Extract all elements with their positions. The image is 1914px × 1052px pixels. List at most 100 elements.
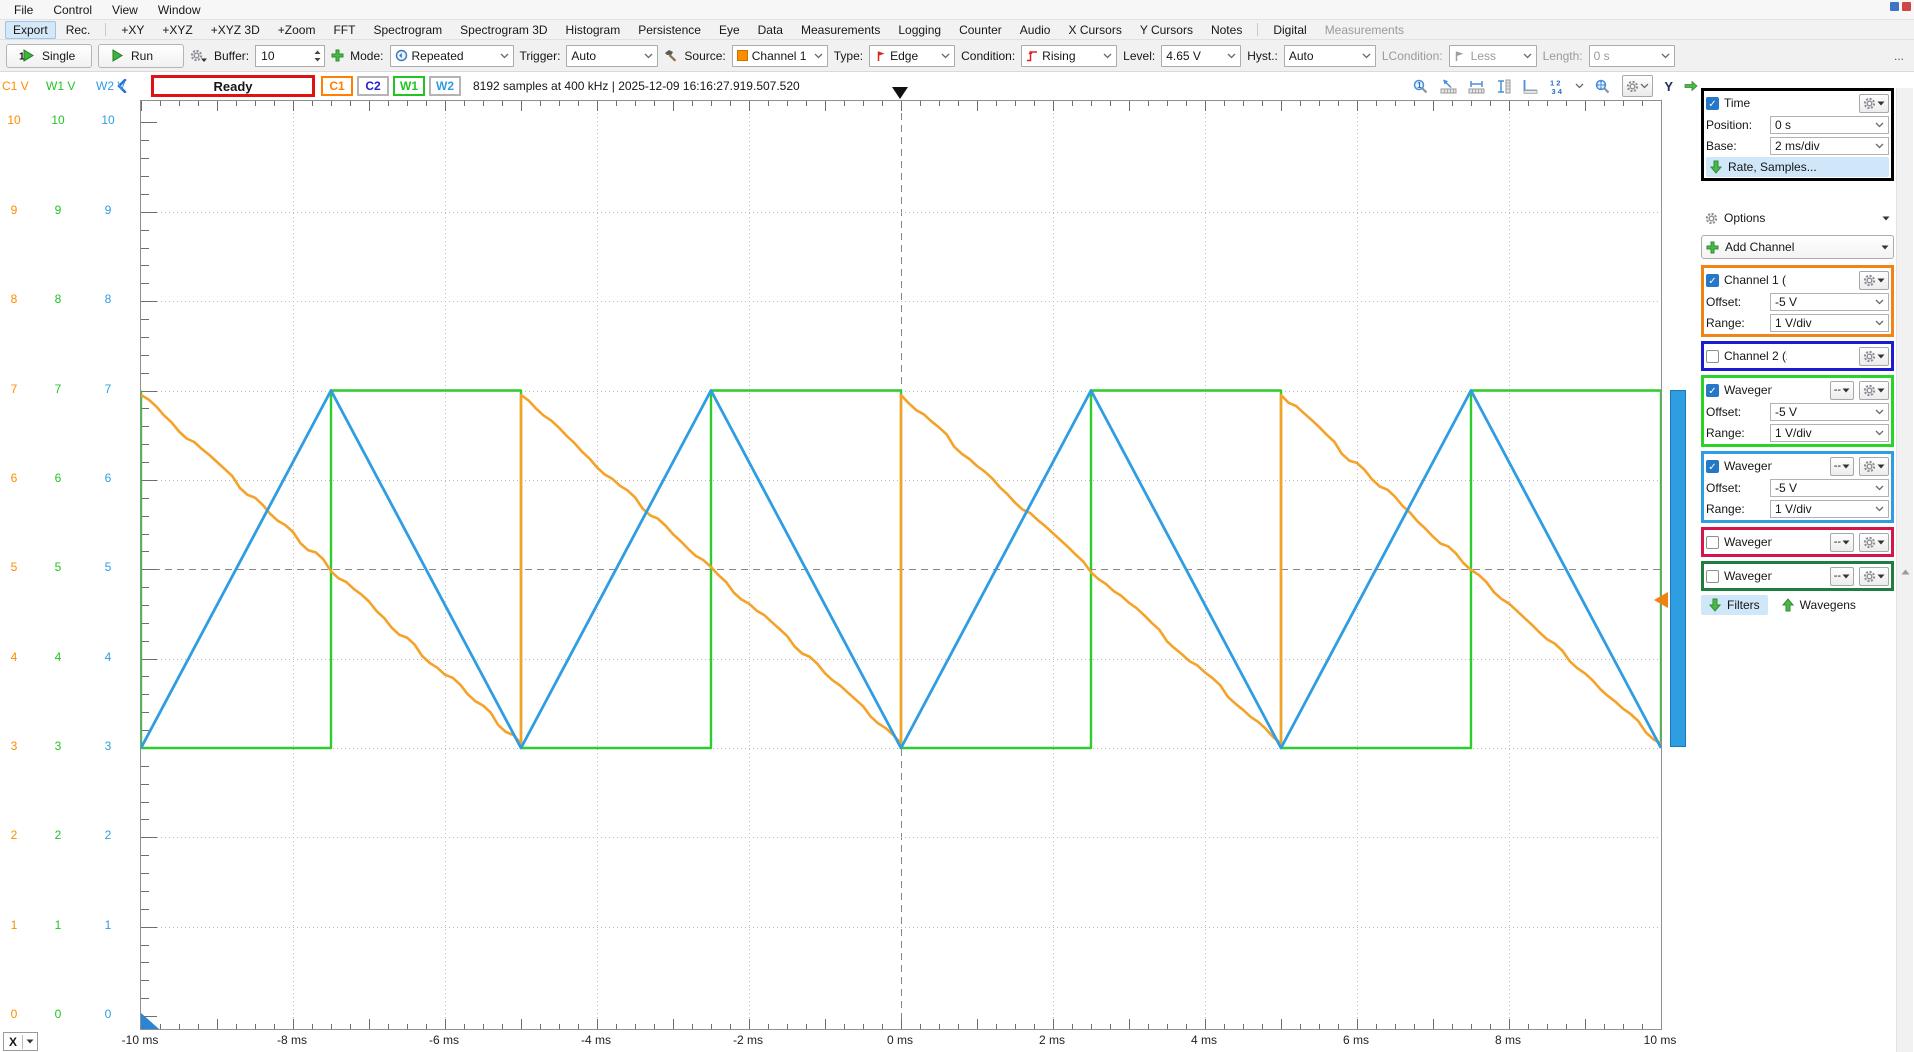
tab-x-cursors[interactable]: X Cursors bbox=[1060, 21, 1129, 39]
wavegen-1-checkbox[interactable]: ✓ bbox=[1706, 384, 1719, 397]
chevron-down-icon[interactable] bbox=[1575, 83, 1584, 89]
tab-histogram[interactable]: Histogram bbox=[558, 21, 629, 39]
tab--zoom[interactable]: +Zoom bbox=[270, 21, 324, 39]
wavegen-1-gear-button[interactable] bbox=[1859, 381, 1889, 400]
menu-control[interactable]: Control bbox=[43, 1, 102, 19]
quad-view-icon[interactable]: 1 23 4 bbox=[1549, 78, 1564, 95]
add-channel-button[interactable]: Add Channel bbox=[1701, 235, 1894, 259]
wavegen-4-gear-button[interactable] bbox=[1859, 567, 1889, 586]
time-base-dropdown[interactable]: 2 ms/div bbox=[1770, 137, 1889, 155]
single-button[interactable]: 1 Single bbox=[6, 44, 92, 68]
horizontal-measure-icon[interactable] bbox=[1468, 79, 1485, 94]
pointer-measure-icon[interactable] bbox=[1440, 79, 1457, 94]
wavegen-2-checkbox[interactable]: ✓ bbox=[1706, 460, 1719, 473]
hysteresis-dropdown[interactable]: Auto bbox=[1284, 45, 1376, 67]
badge-w2[interactable]: W2 bbox=[429, 76, 461, 96]
lcondition-dropdown[interactable]: Less bbox=[1449, 45, 1537, 67]
level-dropdown[interactable]: 4.65 V bbox=[1161, 45, 1241, 67]
tab-measurements[interactable]: Measurements bbox=[1317, 21, 1412, 39]
x-axis-button[interactable]: X bbox=[3, 1032, 38, 1051]
corner-ruler-icon[interactable] bbox=[1522, 79, 1538, 94]
tab-fft[interactable]: FFT bbox=[325, 21, 363, 39]
panel-scrollbar[interactable] bbox=[1896, 88, 1913, 1052]
menu-window[interactable]: Window bbox=[148, 1, 211, 19]
tab--xyz[interactable]: +XYZ bbox=[154, 21, 200, 39]
channel-1-gear-button[interactable] bbox=[1859, 271, 1889, 290]
tab-spectrogram[interactable]: Spectrogram bbox=[365, 21, 450, 39]
menu-view[interactable]: View bbox=[102, 1, 148, 19]
tab-digital[interactable]: Digital bbox=[1265, 21, 1314, 39]
badge-w1[interactable]: W1 bbox=[393, 76, 425, 96]
tab-counter[interactable]: Counter bbox=[951, 21, 1010, 39]
source-dropdown[interactable]: Channel 1 bbox=[732, 45, 828, 67]
trigger-time-marker[interactable] bbox=[892, 87, 908, 99]
tab-y-cursors[interactable]: Y Cursors bbox=[1132, 21, 1201, 39]
trigger-dropdown[interactable]: Auto bbox=[566, 45, 658, 67]
condition-dropdown[interactable]: Rising bbox=[1021, 45, 1117, 67]
buffer-spinbox[interactable]: 10 bbox=[255, 45, 325, 67]
badge-c2[interactable]: C2 bbox=[357, 76, 389, 96]
toolbar-overflow-button[interactable]: ... bbox=[1894, 49, 1908, 63]
tab-data[interactable]: Data bbox=[750, 21, 791, 39]
y-tick-label: 10 bbox=[44, 113, 72, 127]
channel-2-gear-button[interactable] bbox=[1859, 347, 1889, 366]
wavegen-3-gear-button[interactable] bbox=[1859, 533, 1889, 552]
channel-1-checkbox[interactable]: ✓ bbox=[1706, 274, 1719, 287]
tab-spectrogram-3d[interactable]: Spectrogram 3D bbox=[452, 21, 555, 39]
wavegen-2-gear-button[interactable] bbox=[1859, 457, 1889, 476]
options-button[interactable]: Options bbox=[1701, 207, 1894, 229]
waveform-plot[interactable] bbox=[140, 100, 1662, 1030]
run-button[interactable]: Run bbox=[98, 44, 184, 68]
time-checkbox[interactable]: ✓ bbox=[1706, 97, 1719, 110]
plot-settings-button[interactable] bbox=[1622, 75, 1653, 97]
wavegen-1-offset-dropdown[interactable]: -5 V bbox=[1770, 403, 1889, 421]
add-instrument-icon[interactable] bbox=[331, 49, 344, 62]
scroll-up-icon[interactable] bbox=[1901, 91, 1910, 1052]
tab-rec-[interactable]: Rec. bbox=[58, 21, 99, 39]
wavegen-3-wave-button[interactable]: -- bbox=[1830, 533, 1854, 552]
buffer-gear-icon[interactable] bbox=[190, 49, 208, 63]
expand-right-icon[interactable] bbox=[1684, 80, 1698, 92]
tab--xy[interactable]: +XY bbox=[113, 21, 152, 39]
length-dropdown[interactable]: 0 s bbox=[1589, 45, 1675, 67]
trigger-setup-icon[interactable] bbox=[664, 49, 678, 62]
type-dropdown[interactable]: Edge bbox=[869, 45, 955, 67]
mode-dropdown[interactable]: Repeated bbox=[390, 45, 514, 67]
wavegen-4-wave-button[interactable]: -- bbox=[1830, 567, 1854, 586]
channel-1-offset-dropdown[interactable]: -5 V bbox=[1770, 293, 1889, 311]
x-position-marker[interactable] bbox=[141, 1013, 159, 1029]
tab-export[interactable]: Export bbox=[5, 21, 56, 39]
tab-persistence[interactable]: Persistence bbox=[630, 21, 709, 39]
trigger-level-marker[interactable] bbox=[1654, 592, 1668, 608]
zoom-fit-icon[interactable] bbox=[1595, 79, 1611, 94]
w2-offset-scrollbar[interactable] bbox=[1670, 390, 1686, 747]
filters-button[interactable]: Filters bbox=[1701, 595, 1768, 615]
spinner-arrows-icon[interactable] bbox=[313, 48, 322, 64]
wavegen-4-checkbox[interactable] bbox=[1706, 570, 1719, 583]
y-axis-button[interactable]: Y bbox=[1664, 79, 1673, 94]
time-position-dropdown[interactable]: 0 s bbox=[1770, 116, 1889, 134]
vertical-measure-icon[interactable] bbox=[1496, 79, 1511, 94]
wavegen-2-range-dropdown[interactable]: 1 V/div bbox=[1770, 500, 1889, 518]
window-close-button[interactable] bbox=[1902, 2, 1911, 11]
wavegen-1-range-dropdown[interactable]: 1 V/div bbox=[1770, 424, 1889, 442]
zoom-1x-icon[interactable]: 1 bbox=[1413, 79, 1429, 94]
wavegens-button[interactable]: Wavegens bbox=[1778, 595, 1860, 615]
wavegen-2-wave-button[interactable]: -- bbox=[1830, 457, 1854, 476]
channel-2-checkbox[interactable] bbox=[1706, 350, 1719, 363]
tab--xyz-3d[interactable]: +XYZ 3D bbox=[203, 21, 268, 39]
channel-1-range-dropdown[interactable]: 1 V/div bbox=[1770, 314, 1889, 332]
tab-notes[interactable]: Notes bbox=[1203, 21, 1250, 39]
wavegen-2-offset-dropdown[interactable]: -5 V bbox=[1770, 479, 1889, 497]
window-restore-button[interactable] bbox=[1890, 2, 1899, 11]
badge-c1[interactable]: C1 bbox=[321, 76, 353, 96]
tab-eye[interactable]: Eye bbox=[711, 21, 748, 39]
wavegen-3-checkbox[interactable] bbox=[1706, 536, 1719, 549]
time-gear-button[interactable] bbox=[1859, 94, 1889, 113]
wavegen-1-wave-button[interactable]: -- bbox=[1830, 381, 1854, 400]
menu-file[interactable]: File bbox=[4, 1, 43, 19]
rate-samples-button[interactable]: Rate, Samples... bbox=[1706, 157, 1889, 177]
tab-logging[interactable]: Logging bbox=[890, 21, 949, 39]
tab-audio[interactable]: Audio bbox=[1012, 21, 1059, 39]
tab-measurements[interactable]: Measurements bbox=[793, 21, 888, 39]
